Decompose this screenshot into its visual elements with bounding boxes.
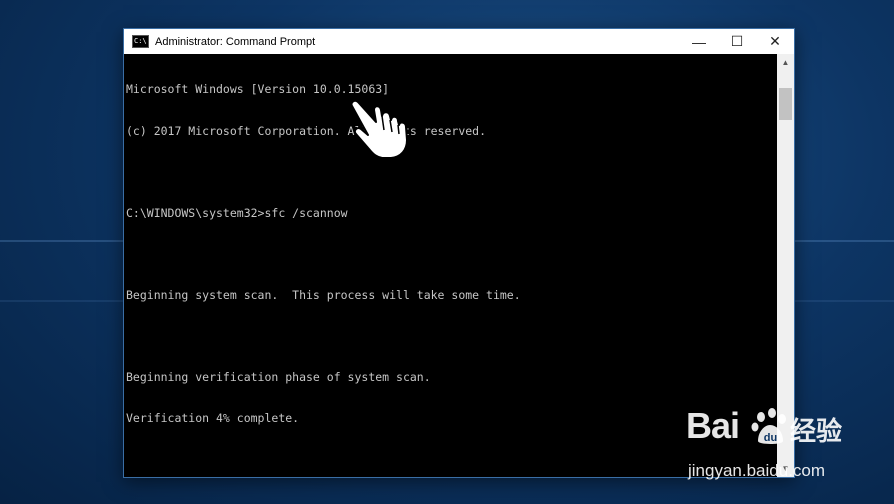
watermark-brand: Bai [686,405,740,446]
scrollbar-thumb[interactable] [779,88,792,120]
watermark-url: jingyan.baidu.com [688,461,826,480]
console-line: Beginning verification phase of system s… [126,370,431,385]
console-line: (c) 2017 Microsoft Corporation. All righ… [126,123,487,138]
cmd-icon: C:\ [132,35,149,48]
minimize-button[interactable]: — [680,29,718,54]
maximize-button[interactable]: ☐ [718,29,756,54]
watermark-brand-cn: 经验 [790,416,843,446]
scroll-up-arrow-icon[interactable]: ▲ [777,54,794,71]
close-button[interactable]: ✕ [756,29,794,54]
window-title: Administrator: Command Prompt [155,35,316,48]
baidu-jingyan-watermark: Bai du 经验 jingyan.baidu.com [686,405,886,495]
svg-text:du: du [764,432,777,444]
close-icon: ✕ [769,33,781,49]
minimize-icon: — [692,33,706,50]
console-line: Microsoft Windows [Version 10.0.15063] [126,82,390,97]
console-line: C:\WINDOWS\system32>sfc /scannow [126,205,348,220]
console-line: Beginning system scan. This process will… [126,287,521,302]
hand-pointer-cursor-icon [350,99,408,159]
maximize-icon: ☐ [730,33,744,49]
console-output[interactable]: Microsoft Windows [Version 10.0.15063] (… [124,54,777,477]
paw-logo-icon: du [751,408,786,444]
title-bar[interactable]: C:\ Administrator: Command Prompt — ☐ ✕ [124,29,794,54]
console-line: Verification 4% complete. [126,411,300,426]
